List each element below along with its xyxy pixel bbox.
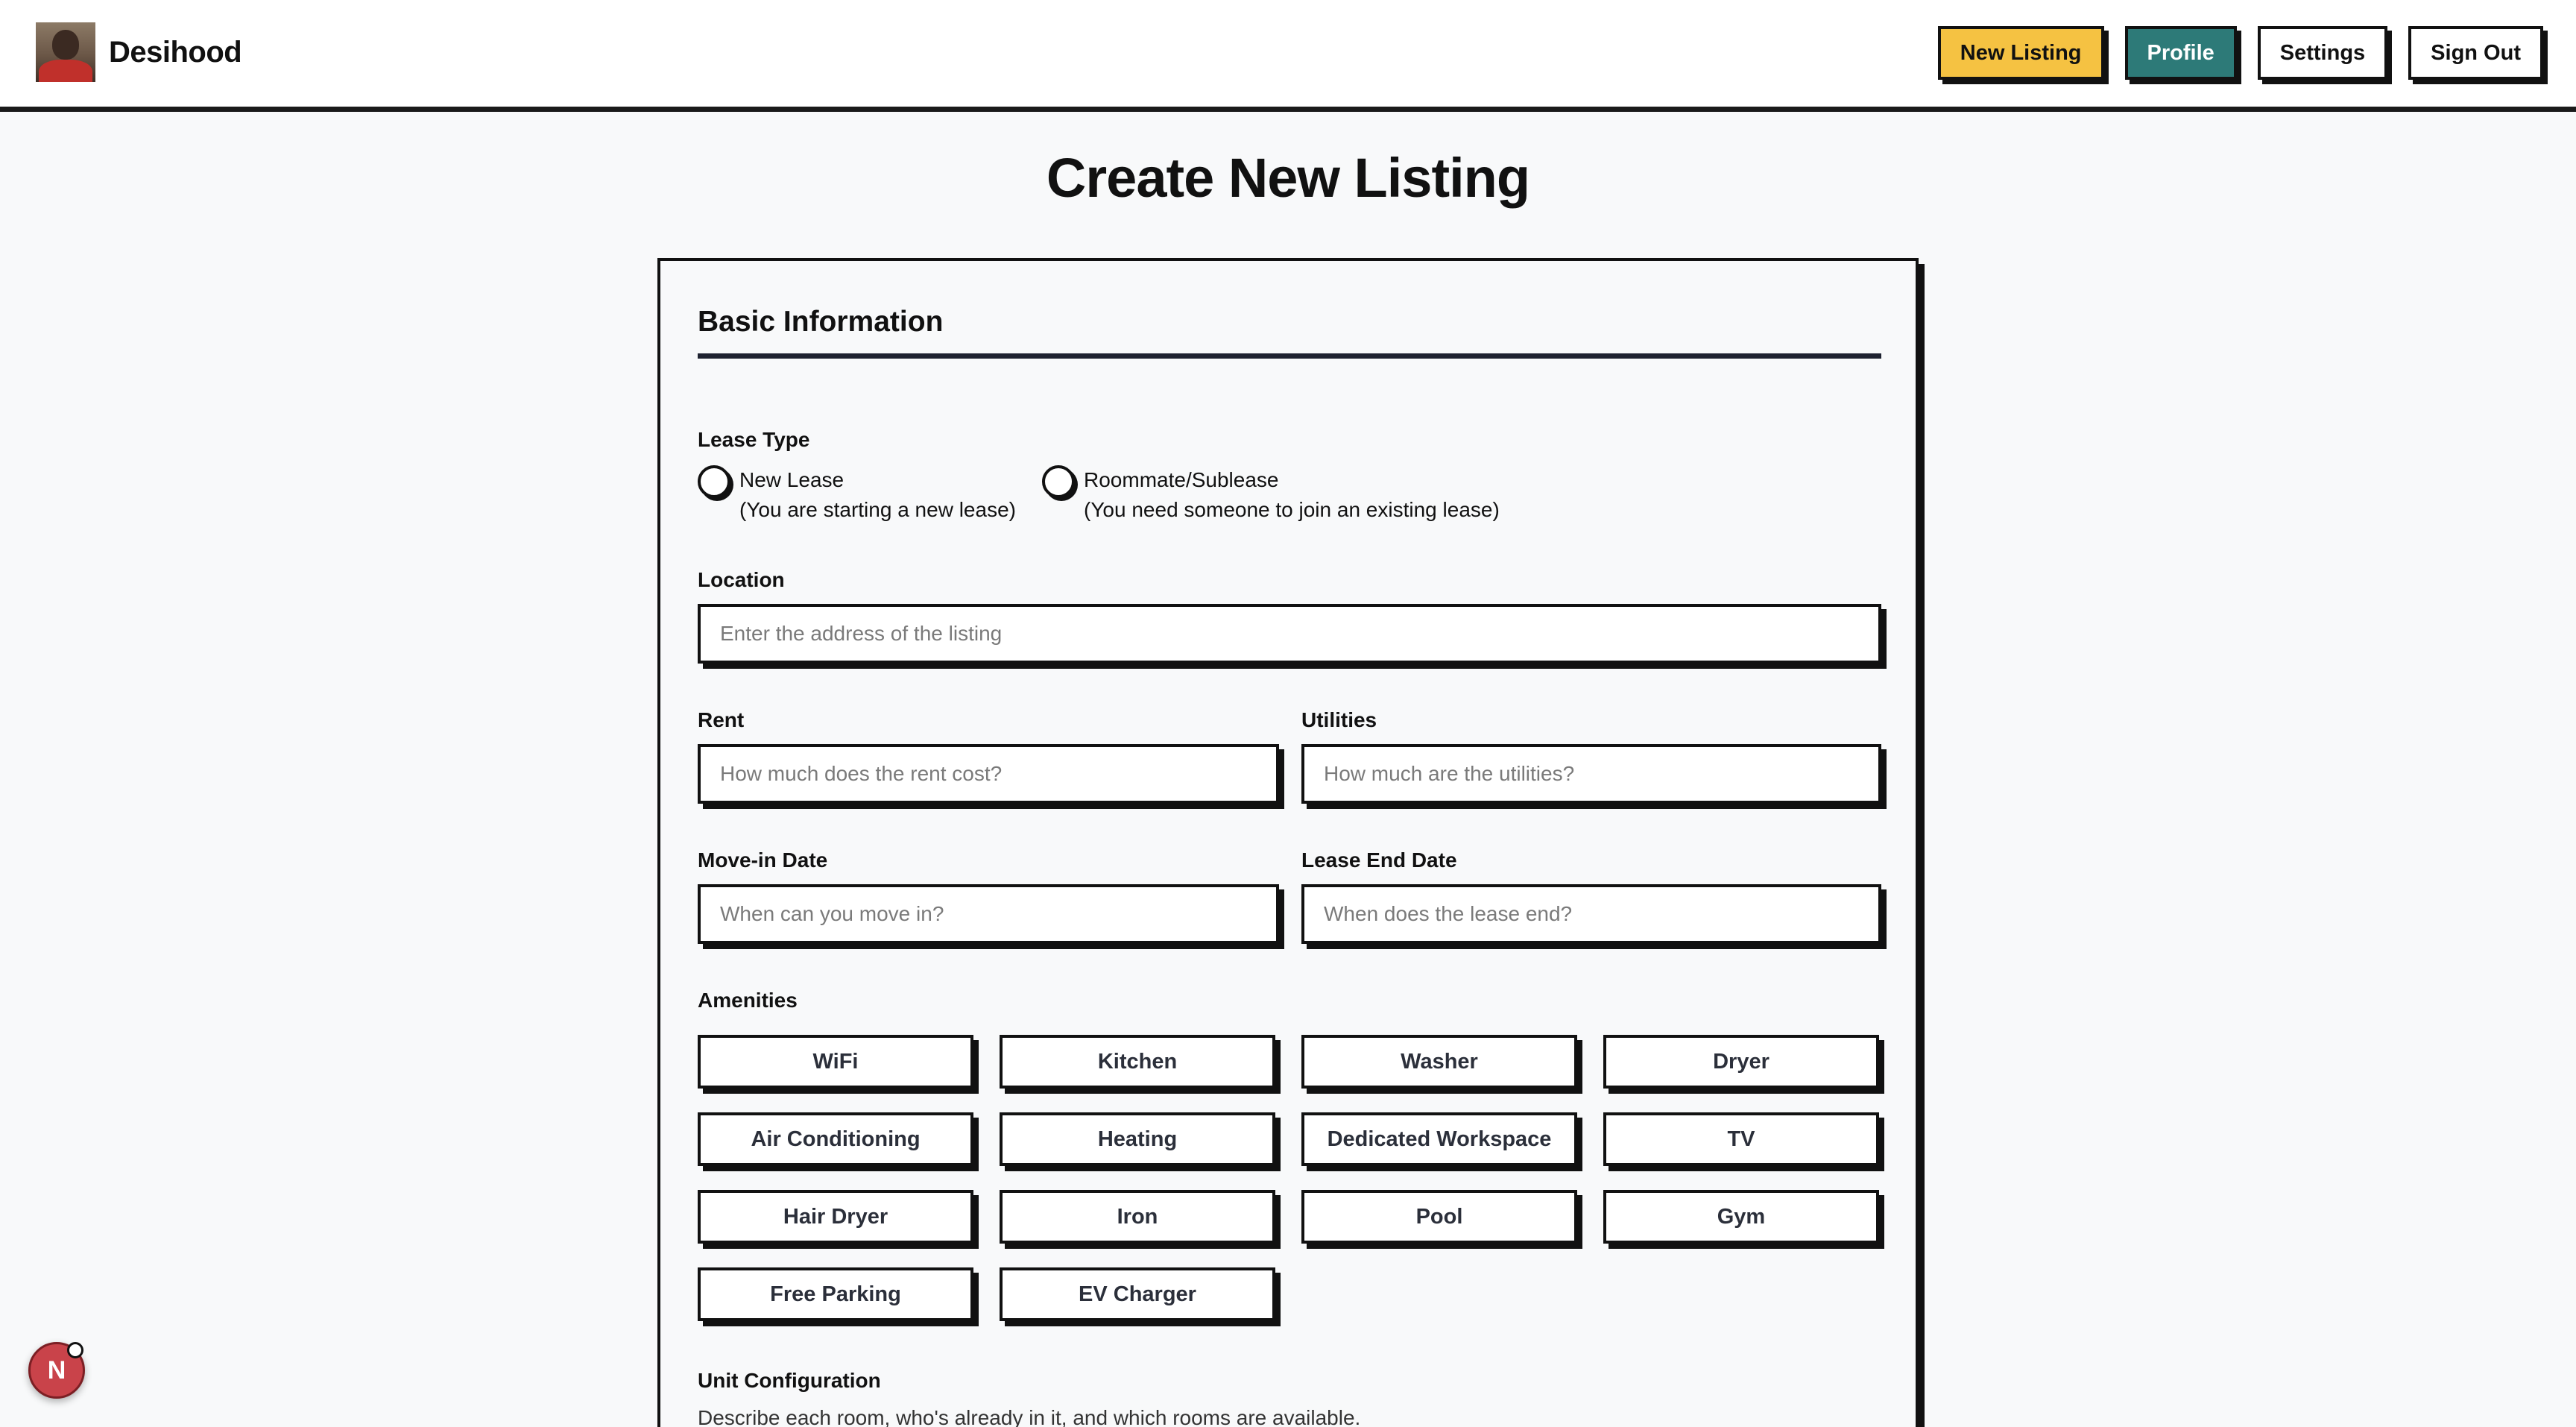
unit-configuration-description: Describe each room, who's already in it,…	[698, 1406, 1361, 1427]
rent-input[interactable]: How much does the rent cost?	[698, 744, 1279, 804]
top-nav-bar: Desihood New Listing Profile Settings Si…	[0, 0, 2576, 112]
section-divider	[698, 353, 1881, 359]
amenity-tv-button[interactable]: TV	[1603, 1112, 1879, 1166]
radio-new-lease[interactable]: New Lease (You are starting a new lease)	[698, 465, 1016, 525]
utilities-label: Utilities	[1301, 708, 1377, 731]
amenity-dedicated-workspace-button[interactable]: Dedicated Workspace	[1301, 1112, 1577, 1166]
radio-sublease-subtitle: (You need someone to join an existing le…	[1084, 498, 1500, 521]
amenity-iron-button[interactable]: Iron	[1000, 1190, 1275, 1244]
amenity-ev-charger-button[interactable]: EV Charger	[1000, 1267, 1275, 1321]
settings-button[interactable]: Settings	[2257, 26, 2388, 80]
radio-sublease-title: Roommate/Sublease	[1084, 468, 1279, 491]
amenity-hair-dryer-button[interactable]: Hair Dryer	[698, 1190, 973, 1244]
brand[interactable]: Desihood	[36, 22, 242, 82]
nav-buttons: New Listing Profile Settings Sign Out	[1937, 26, 2543, 80]
radio-circle-icon[interactable]	[1042, 465, 1075, 498]
lease-type-label: Lease Type	[698, 428, 810, 451]
profile-button[interactable]: Profile	[2124, 26, 2237, 80]
amenity-air-conditioning-button[interactable]: Air Conditioning	[698, 1112, 973, 1166]
move-in-date-label: Move-in Date	[698, 848, 828, 872]
amenity-washer-button[interactable]: Washer	[1301, 1035, 1577, 1089]
page-title: Create New Listing	[1046, 147, 1530, 209]
lease-end-date-input[interactable]: When does the lease end?	[1301, 884, 1881, 944]
listing-form-card: Basic Information Lease Type New Lease (…	[657, 258, 1919, 1427]
amenity-wifi-button[interactable]: WiFi	[698, 1035, 973, 1089]
radio-circle-icon[interactable]	[698, 465, 730, 498]
location-label: Location	[698, 568, 785, 591]
brand-name: Desihood	[109, 35, 242, 69]
radio-new-lease-title: New Lease	[739, 468, 845, 491]
amenity-gym-button[interactable]: Gym	[1603, 1190, 1879, 1244]
amenity-kitchen-button[interactable]: Kitchen	[1000, 1035, 1275, 1089]
amenities-label: Amenities	[698, 989, 798, 1012]
amenity-pool-button[interactable]: Pool	[1301, 1190, 1577, 1244]
section-title: Basic Information	[698, 306, 944, 338]
amenity-free-parking-button[interactable]: Free Parking	[698, 1267, 973, 1321]
amenity-dryer-button[interactable]: Dryer	[1603, 1035, 1879, 1089]
rent-label: Rent	[698, 708, 745, 731]
sign-out-button[interactable]: Sign Out	[2408, 26, 2543, 80]
utilities-input[interactable]: How much are the utilities?	[1301, 744, 1881, 804]
radio-new-lease-subtitle: (You are starting a new lease)	[739, 498, 1016, 521]
lease-end-date-label: Lease End Date	[1301, 848, 1457, 872]
location-input[interactable]: Enter the address of the listing	[698, 604, 1881, 664]
page: Desihood New Listing Profile Settings Si…	[0, 0, 2576, 1427]
move-in-date-input[interactable]: When can you move in?	[698, 884, 1279, 944]
radio-roommate-sublease[interactable]: Roommate/Sublease (You need someone to j…	[1042, 465, 1500, 525]
notification-dot-icon	[67, 1342, 83, 1358]
new-listing-button[interactable]: New Listing	[1937, 26, 2104, 80]
unit-configuration-label: Unit Configuration	[698, 1369, 881, 1392]
amenity-heating-button[interactable]: Heating	[1000, 1112, 1275, 1166]
avatar	[36, 22, 95, 82]
